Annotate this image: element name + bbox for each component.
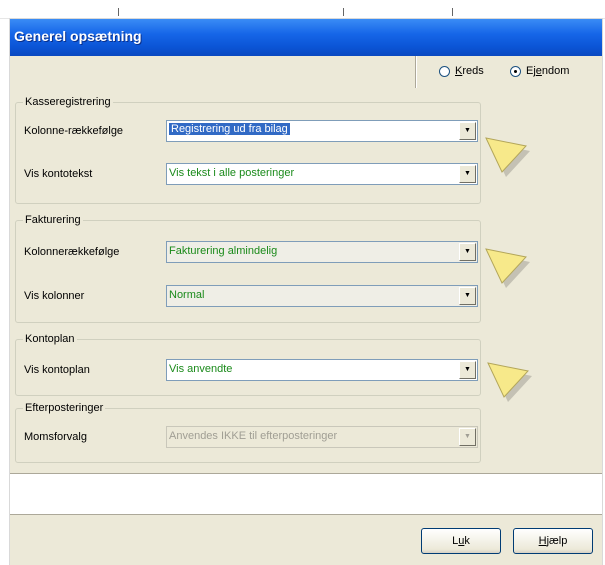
- group-title: Kontoplan: [23, 333, 77, 345]
- group-kontoplan: Kontoplan Vis kontoplan Vis anvendte ▼: [15, 333, 481, 396]
- select-value: Registrering ud fra bilag: [169, 123, 290, 135]
- momsforvalg-select: Anvendes IKKE til efterposteringer ▼: [166, 426, 478, 448]
- chevron-down-icon[interactable]: ▼: [459, 165, 476, 183]
- ruler-tick: [118, 8, 119, 16]
- chevron-down-icon: ▼: [459, 428, 476, 446]
- ruler-tick: [452, 8, 453, 16]
- title-bar: Generel opsætning: [10, 19, 602, 56]
- group-title: Fakturering: [23, 214, 83, 226]
- yellow-arrow-pointer-icon: [485, 137, 530, 177]
- chevron-down-icon[interactable]: ▼: [459, 243, 476, 261]
- radio-ejendom[interactable]: Ejendom: [510, 65, 569, 77]
- group-efterposteringer: Efterposteringer Momsforvalg Anvendes IK…: [15, 402, 481, 463]
- field-label: Kolonne-rækkefølge: [24, 125, 124, 137]
- yellow-arrow-pointer-icon: [485, 248, 530, 288]
- field-label: Vis kontotekst: [24, 168, 93, 180]
- vis-kontoplan-select[interactable]: Vis anvendte ▼: [166, 359, 478, 381]
- window-title: Generel opsætning: [14, 28, 142, 44]
- vis-kolonner-select[interactable]: Normal ▼: [166, 285, 478, 307]
- chevron-down-icon[interactable]: ▼: [459, 361, 476, 379]
- chevron-down-icon[interactable]: ▼: [459, 122, 476, 140]
- radio-kreds-indicator[interactable]: [439, 65, 450, 77]
- ruler-tick: [343, 8, 344, 16]
- group-fakturering: Fakturering Kolonnerækkefølge Fakturerin…: [15, 214, 481, 323]
- radio-kreds-label: Kreds: [455, 65, 484, 77]
- settings-dialog: Generel opsætning Kreds Ejendom Kassereg…: [10, 19, 602, 565]
- field-label: Vis kolonner: [24, 290, 85, 302]
- kolonne-raekkefoelge-select[interactable]: Registrering ud fra bilag ▼: [166, 120, 478, 142]
- radio-ejendom-label: Ejendom: [526, 65, 570, 77]
- select-value: Vis anvendte: [169, 363, 233, 375]
- group-kasseregistrering: Kasseregistrering Kolonne-rækkefølge Reg…: [15, 96, 481, 204]
- kolonnerakkefoelge-select[interactable]: Fakturering almindelig ▼: [166, 241, 478, 263]
- chevron-down-icon[interactable]: ▼: [459, 287, 476, 305]
- mode-radio-group: Kreds Ejendom: [416, 56, 603, 88]
- field-label: Kolonnerækkefølge: [24, 246, 120, 258]
- group-title: Kasseregistrering: [23, 96, 113, 108]
- select-value: Normal: [169, 289, 205, 301]
- help-button[interactable]: Hjælp: [513, 528, 593, 554]
- field-label: Vis kontoplan: [24, 364, 90, 376]
- vis-kontotekst-select[interactable]: Vis tekst i alle posteringer ▼: [166, 163, 478, 185]
- yellow-arrow-pointer-icon: [487, 362, 532, 402]
- select-value: Vis tekst i alle posteringer: [169, 167, 295, 179]
- select-value: Anvendes IKKE til efterposteringer: [169, 430, 338, 442]
- status-area: [10, 473, 602, 515]
- close-button[interactable]: Luk: [421, 528, 501, 554]
- group-title: Efterposteringer: [23, 402, 106, 414]
- select-value: Fakturering almindelig: [169, 245, 278, 257]
- radio-kreds[interactable]: Kreds: [439, 65, 484, 77]
- field-label: Momsforvalg: [24, 431, 87, 443]
- background-strip: [0, 0, 605, 19]
- radio-ejendom-indicator[interactable]: [510, 65, 521, 77]
